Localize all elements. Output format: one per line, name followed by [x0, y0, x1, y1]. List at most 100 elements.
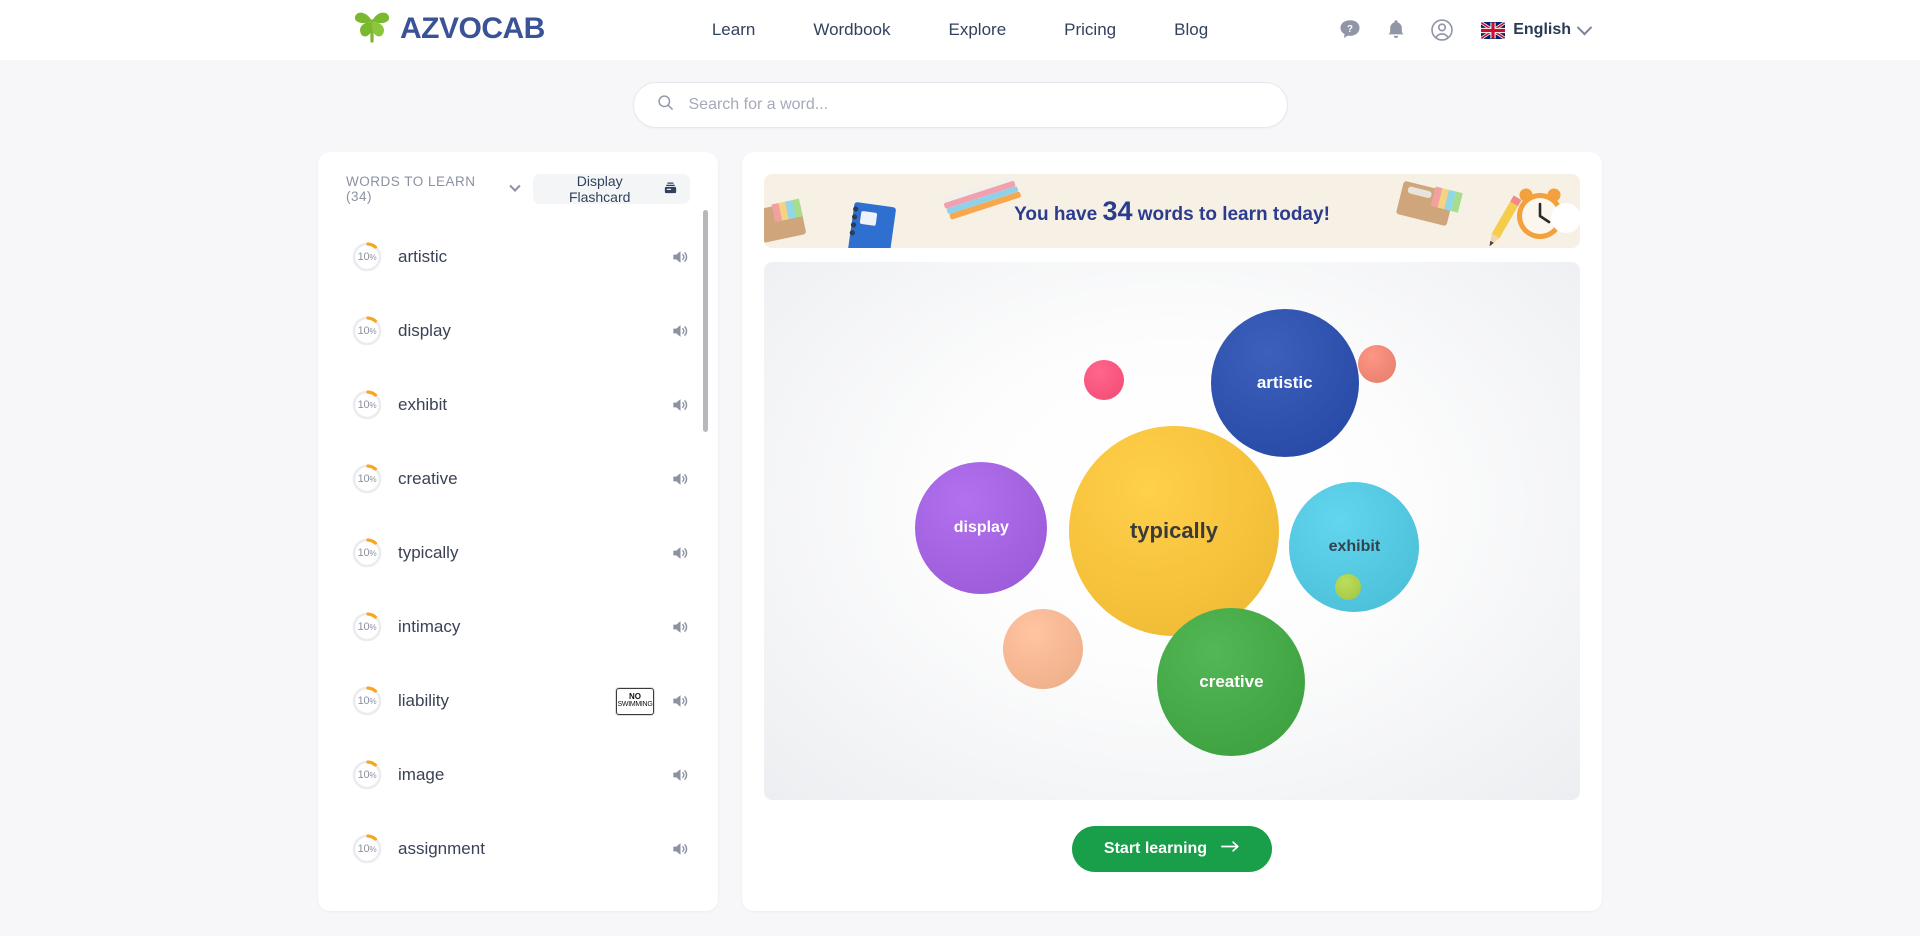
word-label: creative [398, 469, 458, 488]
nav-learn[interactable]: Learn [710, 16, 757, 44]
progress-ring: 10% [352, 538, 382, 568]
words-to-learn-label: WORDS TO LEARN (34) [346, 174, 476, 204]
progress-ring: 10% [352, 464, 382, 494]
word-row[interactable]: 10% creative [318, 442, 718, 516]
page-content: WORDS TO LEARN (34) Display Flashcard 10… [0, 128, 1920, 911]
bubble-label: display [953, 519, 1009, 537]
word-bubble-chart[interactable]: typically artistic creative exhibit display [764, 262, 1580, 800]
progress-value: 10% [357, 621, 377, 633]
word-row[interactable]: 10% typically [318, 516, 718, 590]
progress-ring: 10% [352, 242, 382, 272]
main-navigation: Learn Wordbook Explore Pricing Blog [710, 16, 1210, 44]
bubble-decorative [1002, 609, 1083, 690]
progress-value: 10% [357, 547, 377, 559]
progress-ring: 10% [352, 316, 382, 346]
progress-ring: 10% [352, 686, 382, 716]
flashcard-icon [663, 180, 678, 198]
word-row[interactable]: 10% intimacy [318, 590, 718, 664]
bubble-label: creative [1199, 671, 1264, 691]
speaker-icon[interactable] [670, 247, 690, 267]
word-row[interactable]: 10% exhibit [318, 368, 718, 442]
logo-text: AZVOCAB [400, 11, 545, 45]
word-row[interactable]: 10% image [318, 738, 718, 812]
nav-wordbook[interactable]: Wordbook [811, 16, 892, 44]
words-sidebar: WORDS TO LEARN (34) Display Flashcard 10… [318, 152, 718, 911]
progress-unit: % [369, 623, 377, 632]
bubble-typically[interactable]: typically [1069, 426, 1279, 636]
progress-ring: 10% [352, 612, 382, 642]
progress-unit: % [369, 401, 377, 410]
word-label: display [398, 321, 451, 340]
speaker-icon[interactable] [670, 839, 690, 859]
speaker-icon[interactable] [670, 617, 690, 637]
arrow-right-icon [1221, 840, 1240, 858]
display-flashcard-label: Display Flashcard [568, 173, 631, 205]
display-flashcard-button[interactable]: Display Flashcard [533, 173, 690, 205]
user-account-icon[interactable] [1429, 17, 1455, 43]
bubble-decorative [1084, 360, 1125, 401]
svg-text:?: ? [1347, 24, 1353, 35]
word-row[interactable]: 10% assignment [318, 812, 718, 886]
speaker-icon[interactable] [670, 469, 690, 489]
word-label: assignment [398, 839, 485, 858]
help-icon[interactable]: ? [1337, 17, 1363, 43]
speaker-icon[interactable] [670, 395, 690, 415]
search-area [0, 82, 1920, 128]
progress-value: 10% [357, 769, 377, 781]
banner-decor-left [764, 198, 896, 248]
progress-unit: % [369, 253, 377, 262]
banner-suffix: words to learn today! [1132, 203, 1330, 225]
logo[interactable]: AZVOCAB [352, 8, 545, 49]
progress-unit: % [369, 327, 377, 336]
word-label: exhibit [398, 395, 448, 414]
start-learning-label: Start learning [1103, 840, 1208, 857]
speaker-icon[interactable] [670, 691, 690, 711]
word-image-thumbnail[interactable]: NO SWIMMING [616, 687, 654, 715]
bubble-display[interactable]: display [915, 462, 1048, 595]
word-label: typically [398, 543, 459, 562]
speaker-icon[interactable] [670, 543, 690, 563]
progress-unit: % [369, 771, 377, 780]
word-label: image [398, 765, 445, 784]
search-input[interactable] [688, 96, 1265, 114]
progress-ring: 10% [352, 760, 382, 790]
word-row[interactable]: 10% liability NO SWIMMING [318, 664, 718, 738]
search-box[interactable] [632, 82, 1288, 128]
progress-value: 10% [357, 473, 377, 485]
speaker-icon[interactable] [670, 765, 690, 785]
progress-unit: % [369, 697, 377, 706]
word-row[interactable]: 10% display [318, 294, 718, 368]
plant-leaf-icon [352, 8, 394, 49]
bubble-artistic[interactable]: artistic [1210, 309, 1359, 458]
bubble-label: exhibit [1328, 538, 1381, 556]
word-row[interactable]: 10% artistic [318, 220, 718, 294]
speaker-icon[interactable] [670, 321, 690, 341]
daily-words-banner: You have 34 words to learn today! [764, 174, 1580, 248]
words-to-learn-toggle[interactable]: WORDS TO LEARN (34) [346, 174, 522, 204]
cta-area: Start learning [764, 826, 1580, 872]
progress-unit: % [369, 549, 377, 558]
progress-value: 10% [357, 251, 377, 263]
word-label: intimacy [398, 617, 461, 636]
bubble-label: artistic [1256, 373, 1313, 393]
chevron-down-icon [509, 180, 522, 192]
nav-explore[interactable]: Explore [947, 16, 1009, 44]
sidebar-header: WORDS TO LEARN (34) Display Flashcard [318, 170, 718, 208]
banner-prefix: You have [1014, 203, 1103, 225]
word-list[interactable]: 10% artistic 10% display 10% exhibit 10% creati… [318, 220, 718, 910]
progress-ring: 10% [352, 390, 382, 420]
sidebar-scrollbar-thumb[interactable] [703, 210, 708, 432]
bubble-creative[interactable]: creative [1157, 607, 1306, 756]
nav-blog[interactable]: Blog [1172, 16, 1210, 44]
site-header: AZVOCAB Learn Wordbook Explore Pricing B… [0, 0, 1920, 60]
search-icon [656, 93, 675, 117]
language-selector[interactable]: English [1481, 19, 1593, 39]
start-learning-button[interactable]: Start learning [1071, 826, 1273, 872]
chevron-down-icon [1576, 19, 1593, 35]
bell-icon[interactable] [1383, 17, 1409, 43]
nav-pricing[interactable]: Pricing [1062, 16, 1118, 44]
banner-count: 34 [1102, 195, 1133, 226]
progress-value: 10% [357, 695, 377, 707]
bubble-label: typically [1129, 518, 1219, 543]
progress-value: 10% [357, 399, 377, 411]
